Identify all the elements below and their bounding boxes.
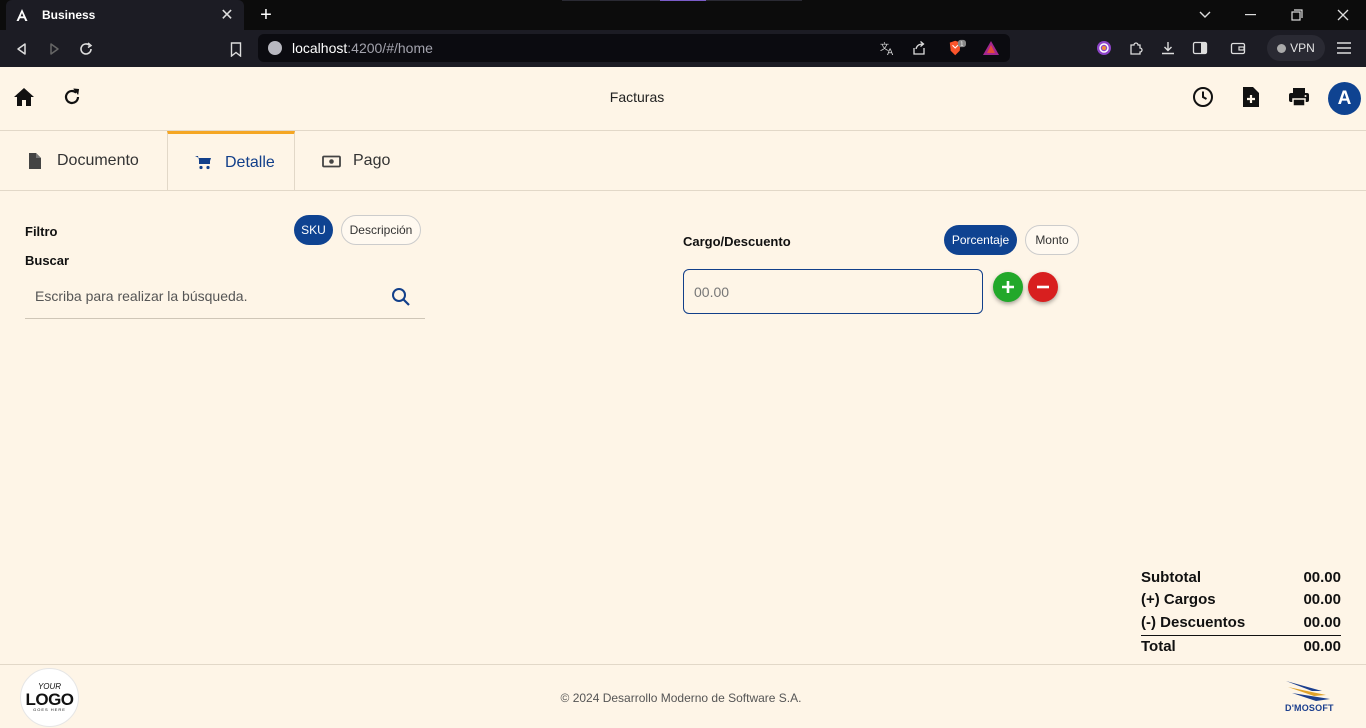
close-tab-icon[interactable]: ✕ <box>218 5 236 25</box>
page-title: Facturas <box>609 89 665 105</box>
filter-label: Filtro <box>25 224 58 239</box>
avatar[interactable]: A <box>1328 82 1361 115</box>
filter-option-descripcion[interactable]: Descripción <box>341 215 421 245</box>
restore-icon[interactable] <box>1274 0 1320 30</box>
totals-label: Total <box>1141 637 1176 655</box>
print-button[interactable] <box>1285 83 1313 111</box>
url-text[interactable]: localhost:4200/#/home <box>292 40 433 56</box>
dmosoft-logo: D'MOSOFT <box>1282 677 1346 717</box>
brand-name: D'MOSOFT <box>1285 703 1334 713</box>
vpn-label: VPN <box>1290 41 1315 55</box>
cargo-option-monto[interactable]: Monto <box>1025 225 1079 255</box>
file-icon <box>25 151 45 171</box>
wallet-icon[interactable] <box>1228 38 1248 58</box>
reload-icon[interactable] <box>75 38 97 60</box>
extensions-puzzle-icon[interactable] <box>1126 38 1146 58</box>
file-add-icon <box>1243 87 1259 107</box>
share-icon[interactable] <box>910 39 928 57</box>
footer: YOUR LOGO GOES HERE © 2024 Desarrollo Mo… <box>0 664 1366 728</box>
tab-search-icon[interactable] <box>1182 0 1228 30</box>
print-icon <box>1289 88 1309 107</box>
download-icon[interactable] <box>1158 38 1178 58</box>
minus-icon <box>1037 285 1049 289</box>
svg-text:A: A <box>887 48 894 56</box>
tab-detalle[interactable]: Detalle <box>167 131 295 191</box>
tab-documento[interactable]: Documento <box>0 131 167 191</box>
menu-icon[interactable] <box>1334 38 1354 58</box>
filter-option-sku[interactable]: SKU <box>294 215 333 245</box>
plus-icon <box>1002 281 1014 293</box>
logo-text: GOES HERE <box>33 707 66 712</box>
totals-value: 00.00 <box>1303 637 1341 655</box>
clock-icon <box>1193 87 1213 107</box>
sidebar-icon[interactable] <box>1190 38 1210 58</box>
minimize-icon[interactable] <box>1228 0 1274 30</box>
search-icon[interactable] <box>390 286 412 308</box>
app-header: Facturas A <box>0 67 1366 131</box>
brave-rewards-icon[interactable] <box>982 39 1000 57</box>
totals-label: (+) Cargos <box>1141 591 1216 609</box>
svg-text:1: 1 <box>960 42 963 48</box>
bookmark-icon[interactable] <box>225 38 247 60</box>
browser-tabstrip: Business ✕ + <box>0 0 1366 30</box>
totals-summary: Subtotal 00.00 (+) Cargos 00.00 (-) Desc… <box>1141 566 1341 657</box>
tab-label: Detalle <box>225 153 275 171</box>
search-label: Buscar <box>25 253 70 268</box>
vpn-status-icon <box>1277 43 1287 53</box>
close-window-icon[interactable] <box>1320 0 1366 30</box>
new-document-button[interactable] <box>1237 83 1265 111</box>
amount-field <box>683 269 983 314</box>
cart-icon <box>193 153 213 173</box>
tab-bar: Documento Detalle Pago <box>0 131 1366 191</box>
dmosoft-logo-icon <box>1286 681 1330 701</box>
totals-value: 00.00 <box>1303 613 1341 631</box>
add-charge-button[interactable] <box>993 272 1023 302</box>
site-info-icon[interactable] <box>268 41 282 55</box>
totals-value: 00.00 <box>1303 568 1341 586</box>
new-tab-button[interactable]: + <box>256 4 276 26</box>
extension-icon[interactable] <box>1094 38 1114 58</box>
totals-row-total: Total 00.00 <box>1141 634 1341 658</box>
add-discount-button[interactable] <box>1028 272 1058 302</box>
browser-tab[interactable]: Business ✕ <box>6 0 244 30</box>
divider <box>660 0 706 1</box>
totals-label: Subtotal <box>1141 568 1201 586</box>
money-icon <box>321 151 341 171</box>
copyright-text: © 2024 Desarrollo Moderno de Software S.… <box>560 691 802 705</box>
tab-pago[interactable]: Pago <box>295 131 415 191</box>
tab-label: Documento <box>57 152 139 169</box>
cargo-option-porcentaje[interactable]: Porcentaje <box>944 225 1017 255</box>
amount-input[interactable] <box>694 282 964 302</box>
vpn-button[interactable]: VPN <box>1267 35 1325 61</box>
totals-row-descuentos: (-) Descuentos 00.00 <box>1141 611 1341 634</box>
angular-icon <box>14 7 30 23</box>
back-icon[interactable] <box>11 38 33 60</box>
history-button[interactable] <box>1189 83 1217 111</box>
translate-icon[interactable]: 文A <box>878 39 896 57</box>
browser-toolbar: localhost:4200/#/home 文A 1 VPN <box>0 30 1366 67</box>
brave-shield-icon[interactable]: 1 <box>948 39 966 57</box>
search-field <box>25 278 425 319</box>
url-bar[interactable]: localhost:4200/#/home 文A 1 <box>258 34 1010 62</box>
totals-row-cargos: (+) Cargos 00.00 <box>1141 589 1341 612</box>
cargo-descuento-label: Cargo/Descuento <box>683 234 791 249</box>
browser-tab-title: Business <box>42 8 96 22</box>
forward-icon[interactable] <box>43 38 65 60</box>
tab-label: Pago <box>353 152 391 169</box>
totals-value: 00.00 <box>1303 591 1341 609</box>
totals-row-subtotal: Subtotal 00.00 <box>1141 566 1341 589</box>
search-input[interactable] <box>35 286 375 306</box>
totals-label: (-) Descuentos <box>1141 613 1246 631</box>
